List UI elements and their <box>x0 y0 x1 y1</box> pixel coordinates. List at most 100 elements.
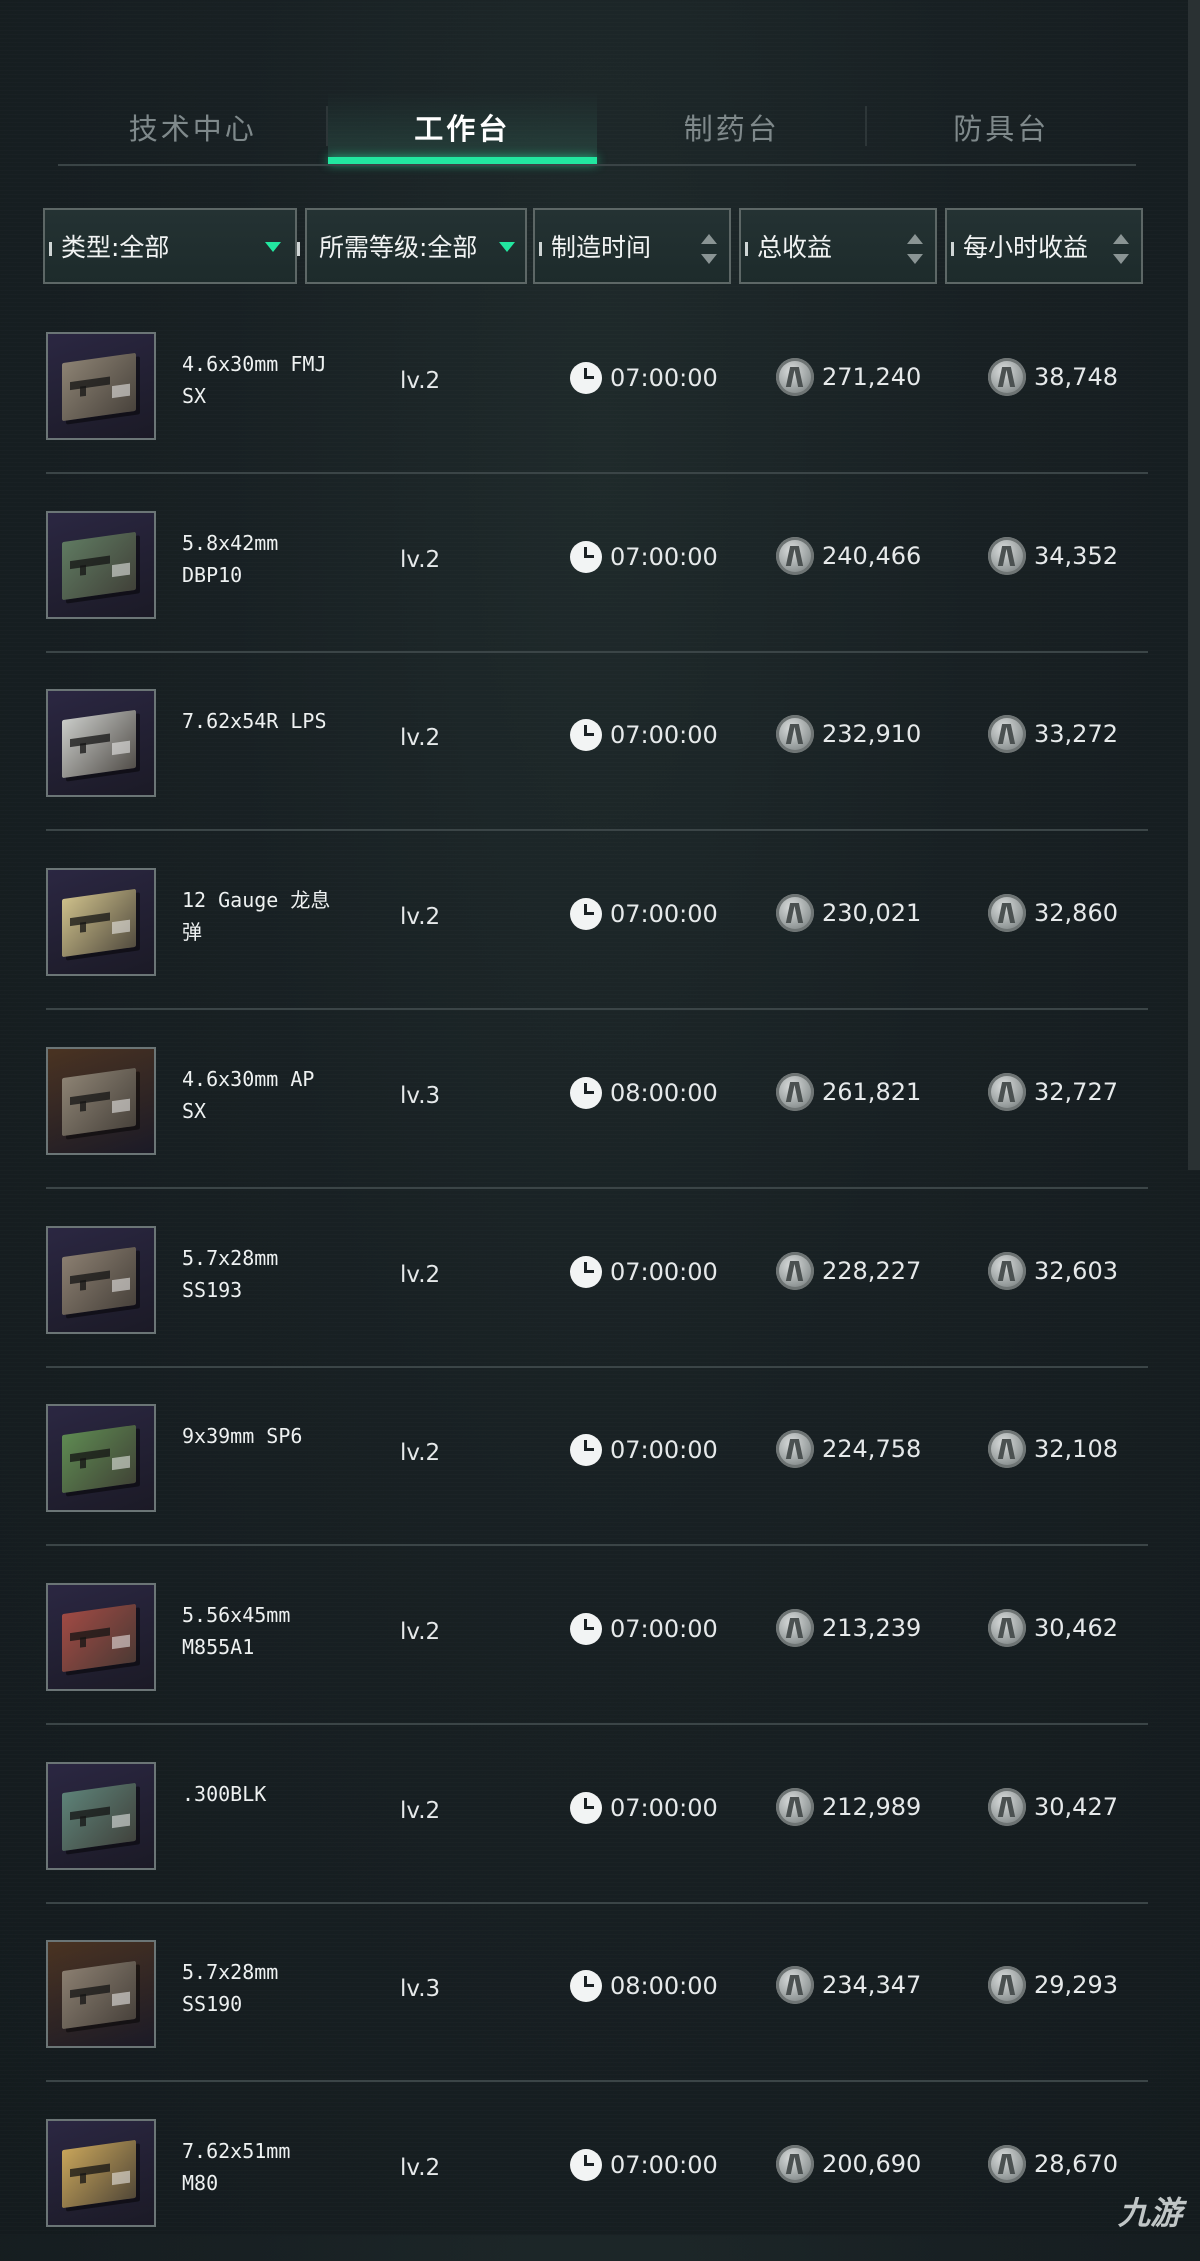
craft-time: 07:00:00 <box>570 1791 718 1824</box>
hourly-profit: 32,860 <box>988 894 1118 933</box>
total-profit-sort[interactable]: 总收益 <box>739 208 937 284</box>
total-profit-value: 228,227 <box>822 1256 922 1285</box>
tab-tech-center[interactable]: 技术中心 <box>58 92 328 162</box>
total-profit-value: 200,690 <box>822 2150 922 2178</box>
hourly-profit-sort[interactable]: 每小时收益 <box>945 208 1143 284</box>
total-profit-value: 240,466 <box>822 541 922 570</box>
tab-pharmacy[interactable]: 制药台 <box>597 92 867 162</box>
hourly-profit-value: 28,670 <box>1034 2150 1118 2178</box>
total-profit: 261,821 <box>776 1072 922 1111</box>
hourly-profit-value: 32,603 <box>1034 1256 1118 1285</box>
row-divider <box>46 2080 1148 2083</box>
hourly-profit: 32,108 <box>988 1430 1118 1469</box>
total-profit: 228,227 <box>776 1251 922 1290</box>
table-row[interactable]: 12 Gauge 龙息弹 lv.2 07:00:00 230,021 32,86… <box>46 832 1148 1011</box>
ammo-box-icon <box>62 888 136 958</box>
row-divider <box>46 472 1148 474</box>
tab-armor-bench[interactable]: 防具台 <box>867 92 1137 162</box>
coin-icon <box>776 1251 814 1290</box>
table-row[interactable]: 7.62x51mm M80 lv.2 07:00:00 200,690 28,6… <box>46 2083 1148 2261</box>
table-row[interactable]: .300BLK lv.2 07:00:00 212,989 30,427 <box>46 1726 1148 1904</box>
required-level: lv.3 <box>400 1976 441 2003</box>
coin-icon <box>776 358 814 396</box>
hourly-profit-value: 38,748 <box>1034 363 1118 391</box>
coin-icon <box>776 1608 814 1647</box>
scrollbar[interactable] <box>1188 0 1200 1170</box>
row-divider <box>46 1722 1148 1725</box>
required-level: lv.2 <box>400 546 441 573</box>
table-row[interactable]: 5.7x28mm SS193 lv.2 07:00:00 228,227 32,… <box>46 1190 1148 1368</box>
ammo-thumbnail <box>46 332 156 440</box>
total-profit: 230,021 <box>776 894 921 933</box>
hourly-profit: 32,603 <box>988 1251 1118 1290</box>
total-profit: 240,466 <box>776 536 922 575</box>
item-name: 7.62x51mm M80 <box>182 2139 291 2195</box>
table-row[interactable]: 9x39mm SP6 lv.2 07:00:00 224,758 32,108 <box>46 1368 1148 1547</box>
craft-time-value: 07:00:00 <box>610 900 718 929</box>
hourly-profit-value: 30,427 <box>1034 1792 1118 1821</box>
clock-icon <box>570 1076 602 1109</box>
craft-time: 07:00:00 <box>570 2149 718 2181</box>
table-row[interactable]: 5.56x45mm M855A1 lv.2 07:00:00 213,239 3… <box>46 1547 1148 1725</box>
tab-label: 工作台 <box>414 112 511 146</box>
table-row[interactable]: 4.6x30mm AP SX lv.3 08:00:00 261,821 32,… <box>46 1011 1148 1189</box>
total-profit: 213,239 <box>776 1608 921 1647</box>
clock-icon <box>570 1255 602 1288</box>
craft-time-value: 08:00:00 <box>610 1078 718 1107</box>
clock-icon <box>570 1612 602 1645</box>
craft-time-value: 07:00:00 <box>610 364 718 392</box>
ammo-box-icon <box>62 1246 136 1315</box>
craft-time: 07:00:00 <box>570 540 718 573</box>
ammo-box-icon <box>62 1961 136 2030</box>
coin-icon <box>776 1430 814 1469</box>
total-profit: 234,347 <box>776 1966 921 2005</box>
coin-icon <box>988 1251 1026 1290</box>
craft-time-value: 07:00:00 <box>610 721 718 750</box>
coin-icon <box>776 2145 814 2183</box>
item-name: 5.56x45mm M855A1 <box>182 1602 291 1659</box>
hourly-profit-sort-label: 每小时收益 <box>963 233 1089 262</box>
tab-label: 制药台 <box>683 112 780 146</box>
craft-time-value: 08:00:00 <box>610 1972 718 2001</box>
ammo-thumbnail <box>46 1404 156 1513</box>
total-profit: 200,690 <box>776 2145 921 2183</box>
required-level: lv.2 <box>400 368 441 394</box>
craft-time-value: 07:00:00 <box>610 2151 718 2179</box>
table-row[interactable]: 4.6x30mm FMJ SX lv.2 07:00:00 271,240 38… <box>46 296 1148 474</box>
ammo-box-icon <box>62 710 136 779</box>
craft-time: 07:00:00 <box>570 1612 718 1645</box>
table-row[interactable]: 7.62x54R LPS lv.2 07:00:00 232,910 33,27… <box>46 653 1148 832</box>
ammo-thumbnail <box>46 510 156 619</box>
ammo-box-icon <box>62 1067 136 1136</box>
total-profit-value: 261,821 <box>822 1077 922 1106</box>
level-filter-dropdown[interactable]: 所需等级:全部 <box>305 208 527 284</box>
coin-icon <box>988 894 1026 933</box>
total-profit-value: 271,240 <box>822 363 922 391</box>
required-level: lv.3 <box>400 1082 441 1109</box>
required-level: lv.2 <box>400 1440 441 1467</box>
hourly-profit-value: 34,352 <box>1034 541 1118 570</box>
row-divider <box>46 1544 1148 1547</box>
coin-icon <box>776 1072 814 1111</box>
table-row[interactable]: 5.7x28mm SS190 lv.3 08:00:00 234,347 29,… <box>46 1904 1148 2083</box>
craft-time-sort[interactable]: 制造时间 <box>533 208 731 284</box>
required-level: lv.2 <box>400 2155 441 2181</box>
triangle-down-icon <box>499 242 515 252</box>
hourly-profit: 28,670 <box>988 2145 1118 2183</box>
coin-icon <box>988 1608 1026 1647</box>
tab-workbench[interactable]: 工作台 <box>327 92 597 164</box>
clock-icon <box>570 1791 602 1824</box>
table-row[interactable]: 5.8x42mm DBP10 lv.2 07:00:00 240,466 34,… <box>46 475 1148 653</box>
coin-icon <box>988 1430 1026 1469</box>
item-name: 5.7x28mm SS190 <box>182 1960 279 2017</box>
craft-time: 07:00:00 <box>570 898 718 931</box>
total-profit-value: 232,910 <box>822 720 922 749</box>
hourly-profit-value: 30,462 <box>1034 1613 1118 1642</box>
hourly-profit: 32,727 <box>988 1072 1118 1111</box>
hourly-profit: 33,272 <box>988 715 1118 754</box>
type-filter-dropdown[interactable]: 类型:全部 <box>43 208 300 284</box>
item-name: 12 Gauge 龙息弹 <box>182 888 331 945</box>
craft-time: 07:00:00 <box>570 719 718 752</box>
total-profit-sort-label: 总收益 <box>757 233 833 262</box>
item-name: 4.6x30mm AP SX <box>182 1066 315 1123</box>
